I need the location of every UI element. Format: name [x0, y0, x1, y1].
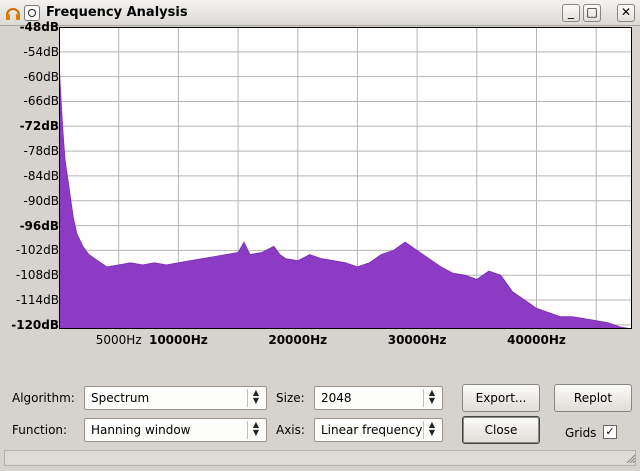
- y-tick-label: -72dB: [19, 119, 59, 134]
- y-tick-label: -90dB: [23, 193, 59, 208]
- x-tick-label: 30000Hz: [387, 333, 447, 347]
- status-bar: [4, 450, 636, 466]
- spin-arrows-icon: ▲ ▼: [423, 389, 440, 407]
- size-select[interactable]: 2048 ▲ ▼: [314, 386, 443, 410]
- function-label: Function:: [12, 423, 68, 437]
- replot-label: Replot: [573, 391, 613, 405]
- close-label: Close: [484, 423, 518, 437]
- spin-arrows-icon: ▲ ▼: [247, 389, 264, 407]
- axis-value: Linear frequency: [321, 423, 423, 437]
- y-tick-label: -66dB: [23, 94, 59, 109]
- y-tick-label: -108dB: [15, 268, 59, 283]
- window-title: Frequency Analysis: [46, 5, 188, 20]
- y-tick-label: -102dB: [15, 243, 59, 258]
- y-tick-label: -60dB: [23, 69, 59, 84]
- axis-select[interactable]: Linear frequency ▲ ▼: [314, 418, 443, 442]
- function-value: Hanning window: [91, 423, 191, 437]
- close-window-button[interactable]: ✕: [617, 4, 635, 22]
- replot-button[interactable]: Replot: [554, 384, 632, 412]
- grids-checkbox[interactable]: ✓: [603, 425, 617, 439]
- axis-label: Axis:: [276, 423, 305, 437]
- resize-grip-icon[interactable]: [626, 454, 636, 464]
- y-tick-label: -48dB: [19, 20, 59, 34]
- y-tick-label: -84dB: [23, 168, 59, 183]
- x-tick-label: 20000Hz: [268, 333, 328, 347]
- y-tick-label: -78dB: [23, 144, 59, 159]
- y-tick-label: -96dB: [19, 218, 59, 233]
- algorithm-label: Algorithm:: [12, 391, 75, 405]
- title-bar: Frequency Analysis _ □ ✕: [0, 0, 640, 26]
- y-tick-label: -54dB: [23, 44, 59, 59]
- minimize-button[interactable]: _: [562, 4, 580, 22]
- algorithm-value: Spectrum: [91, 391, 150, 405]
- window-menu-icon[interactable]: [24, 5, 40, 21]
- x-tick-label: 40000Hz: [507, 333, 566, 347]
- function-select[interactable]: Hanning window ▲ ▼: [84, 418, 267, 442]
- size-label: Size:: [276, 391, 305, 405]
- algorithm-select[interactable]: Spectrum ▲ ▼: [84, 386, 267, 410]
- maximize-button[interactable]: □: [583, 4, 601, 22]
- close-button[interactable]: Close: [462, 416, 540, 444]
- headphones-icon: [6, 8, 20, 20]
- spectrum-plot: [59, 27, 632, 329]
- export-button[interactable]: Export...: [462, 384, 540, 412]
- export-label: Export...: [475, 391, 527, 405]
- grids-label: Grids: [565, 426, 597, 440]
- size-value: 2048: [321, 391, 352, 405]
- spin-arrows-icon: ▲ ▼: [423, 421, 440, 439]
- spin-arrows-icon: ▲ ▼: [247, 421, 264, 439]
- x-tick-label: 5000Hz: [95, 333, 142, 347]
- y-tick-label: -114dB: [15, 293, 59, 308]
- x-tick-label: 10000Hz: [148, 333, 208, 347]
- y-tick-label: -120dB: [11, 317, 59, 332]
